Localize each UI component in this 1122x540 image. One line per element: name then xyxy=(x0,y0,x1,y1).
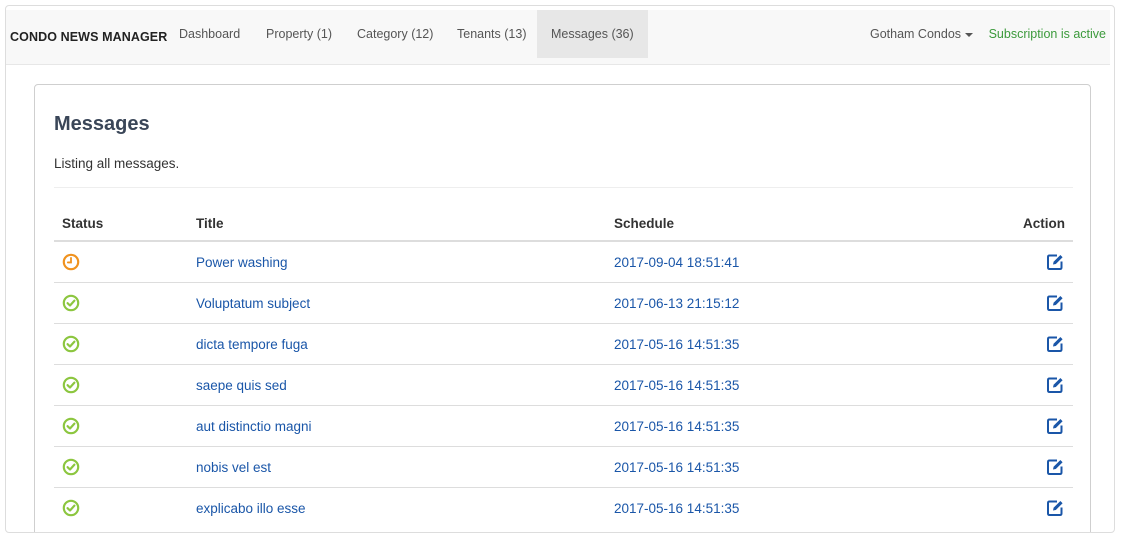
message-title-link[interactable]: saepe quis sed xyxy=(196,378,287,393)
message-schedule-link[interactable]: 2017-05-16 14:51:35 xyxy=(614,337,739,352)
app-frame: CONDO NEWS MANAGER Dashboard Property (1… xyxy=(5,5,1115,533)
title-cell: Power washing xyxy=(188,240,606,283)
column-header-status: Status xyxy=(54,207,188,242)
schedule-cell: 2017-05-16 14:51:35 xyxy=(606,487,946,528)
divider xyxy=(54,187,1073,188)
check-circle-icon xyxy=(62,335,80,353)
action-cell xyxy=(946,323,1073,365)
page-subtitle: Listing all messages. xyxy=(54,156,180,171)
table-body: Power washing 2017-09-04 18:51:41 Voluptat… xyxy=(54,240,1073,528)
nav-category[interactable]: Category (12) xyxy=(357,10,433,58)
title-cell: dicta tempore fuga xyxy=(188,323,606,365)
title-cell: explicabo illo esse xyxy=(188,487,606,528)
schedule-cell: 2017-05-16 14:51:35 xyxy=(606,364,946,406)
edit-icon[interactable] xyxy=(1045,498,1065,518)
schedule-cell: 2017-05-16 14:51:35 xyxy=(606,446,946,488)
status-cell xyxy=(54,282,188,324)
messages-panel: Messages Listing all messages. Status Ti… xyxy=(34,84,1091,532)
table-row: Power washing 2017-09-04 18:51:41 xyxy=(54,240,1073,283)
message-schedule-link[interactable]: 2017-06-13 21:15:12 xyxy=(614,296,739,311)
account-name: Gotham Condos xyxy=(870,27,962,41)
message-title-link[interactable]: nobis vel est xyxy=(196,460,271,475)
title-cell: aut distinctio magni xyxy=(188,405,606,447)
brand[interactable]: CONDO NEWS MANAGER xyxy=(10,10,167,64)
nav-dashboard[interactable]: Dashboard xyxy=(179,10,240,58)
action-cell xyxy=(946,405,1073,447)
edit-icon[interactable] xyxy=(1045,416,1065,436)
status-cell xyxy=(54,323,188,365)
message-title-link[interactable]: Voluptatum subject xyxy=(196,296,310,311)
table-row: nobis vel est 2017-05-16 14:51:35 xyxy=(54,446,1073,488)
action-cell xyxy=(946,487,1073,528)
nav-messages[interactable]: Messages (36) xyxy=(537,10,648,58)
message-title-link[interactable]: aut distinctio magni xyxy=(196,419,312,434)
message-schedule-link[interactable]: 2017-09-04 18:51:41 xyxy=(614,255,739,270)
edit-icon[interactable] xyxy=(1045,457,1065,477)
message-schedule-link[interactable]: 2017-05-16 14:51:35 xyxy=(614,419,739,434)
clock-icon xyxy=(62,253,80,271)
edit-icon[interactable] xyxy=(1045,375,1065,395)
check-circle-icon xyxy=(62,376,80,394)
table-row: Voluptatum subject 2017-06-13 21:15:12 xyxy=(54,282,1073,324)
account-dropdown[interactable]: Gotham Condos xyxy=(870,10,974,58)
edit-icon[interactable] xyxy=(1045,252,1065,272)
table-row: explicabo illo esse 2017-05-16 14:51:35 xyxy=(54,487,1073,528)
check-circle-icon xyxy=(62,294,80,312)
table-row: saepe quis sed 2017-05-16 14:51:35 xyxy=(54,364,1073,406)
table-row: dicta tempore fuga 2017-05-16 14:51:35 xyxy=(54,323,1073,365)
caret-down-icon xyxy=(965,32,974,37)
edit-icon[interactable] xyxy=(1045,334,1065,354)
check-circle-icon xyxy=(62,458,80,476)
status-cell xyxy=(54,364,188,406)
message-schedule-link[interactable]: 2017-05-16 14:51:35 xyxy=(614,460,739,475)
action-cell xyxy=(946,282,1073,324)
status-cell xyxy=(54,240,188,283)
message-schedule-link[interactable]: 2017-05-16 14:51:35 xyxy=(614,501,739,516)
schedule-cell: 2017-06-13 21:15:12 xyxy=(606,282,946,324)
action-cell xyxy=(946,364,1073,406)
column-header-schedule: Schedule xyxy=(606,207,946,242)
message-title-link[interactable]: explicabo illo esse xyxy=(196,501,306,516)
page-title: Messages xyxy=(54,113,150,135)
status-cell xyxy=(54,446,188,488)
message-schedule-link[interactable]: 2017-05-16 14:51:35 xyxy=(614,378,739,393)
table-row: aut distinctio magni 2017-05-16 14:51:35 xyxy=(54,405,1073,447)
action-cell xyxy=(946,240,1073,283)
status-cell xyxy=(54,487,188,528)
schedule-cell: 2017-09-04 18:51:41 xyxy=(606,240,946,283)
check-circle-icon xyxy=(62,417,80,435)
edit-icon[interactable] xyxy=(1045,293,1065,313)
action-cell xyxy=(946,446,1073,488)
schedule-cell: 2017-05-16 14:51:35 xyxy=(606,405,946,447)
column-header-action: Action xyxy=(946,207,1073,242)
status-cell xyxy=(54,405,188,447)
title-cell: saepe quis sed xyxy=(188,364,606,406)
title-cell: nobis vel est xyxy=(188,446,606,488)
check-circle-icon xyxy=(62,499,80,517)
schedule-cell: 2017-05-16 14:51:35 xyxy=(606,323,946,365)
subscription-status: Subscription is active xyxy=(988,27,1106,41)
message-title-link[interactable]: Power washing xyxy=(196,255,288,270)
table-header-row: Status Title Schedule Action xyxy=(54,207,1073,242)
title-cell: Voluptatum subject xyxy=(188,282,606,324)
message-title-link[interactable]: dicta tempore fuga xyxy=(196,337,308,352)
nav-tenants[interactable]: Tenants (13) xyxy=(457,10,526,58)
navbar: CONDO NEWS MANAGER Dashboard Property (1… xyxy=(6,10,1110,65)
messages-table: Status Title Schedule Action Power washi… xyxy=(54,207,1073,528)
column-header-title: Title xyxy=(188,207,606,242)
nav-property[interactable]: Property (1) xyxy=(266,10,332,58)
